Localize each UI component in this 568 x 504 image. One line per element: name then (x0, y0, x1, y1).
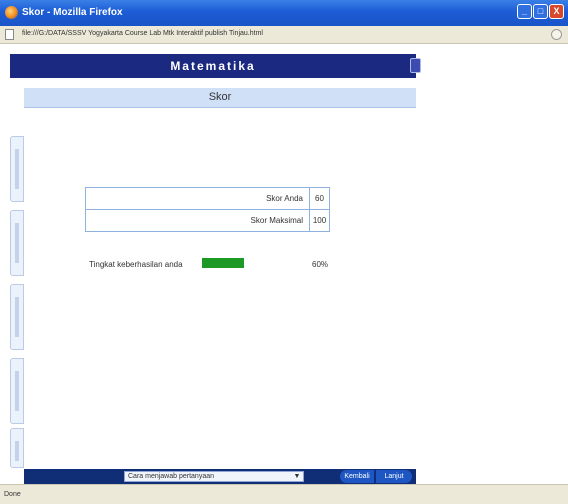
section-header: Skor (24, 88, 416, 108)
status-text: Done (4, 491, 21, 498)
back-button[interactable]: Kembali (340, 470, 374, 483)
side-tab[interactable] (10, 284, 24, 350)
side-tab[interactable] (10, 358, 24, 424)
window-title: Skor - Mozilla Firefox (22, 7, 123, 18)
url-field[interactable]: file:///G:/DATA/SSSV Yogyakarta Course L… (22, 30, 263, 37)
course-title: Matematika (170, 59, 256, 73)
progress-percent: 60% (312, 260, 329, 269)
progress-fill (202, 258, 244, 268)
page-icon (5, 29, 14, 40)
score-label: Skor Maksimal (250, 216, 303, 225)
course-player: Matematika Skor Skor Anda 60 Skor Maksim… (0, 44, 568, 484)
maximize-button[interactable]: □ (533, 4, 548, 19)
address-bar: file:///G:/DATA/SSSV Yogyakarta Course L… (0, 26, 568, 44)
title-bar: Skor - Mozilla Firefox _ □ X (0, 0, 568, 26)
side-tab[interactable] (10, 428, 24, 468)
score-label: Skor Anda (266, 194, 303, 203)
topic-select[interactable]: Cara menjawab pertanyaan (124, 471, 304, 482)
next-button[interactable]: Lanjut (376, 470, 412, 483)
menu-toggle-button[interactable] (410, 58, 421, 73)
side-tabs (10, 88, 24, 468)
status-bar: Done (0, 484, 568, 504)
score-value: 60 (309, 188, 329, 210)
minimize-button[interactable]: _ (517, 4, 532, 19)
progress-bar (202, 258, 272, 268)
table-row: Skor Anda 60 (86, 188, 329, 210)
section-title: Skor (208, 91, 232, 103)
course-header: Matematika (10, 54, 421, 78)
score-value: 100 (309, 210, 329, 232)
next-button-label: Lanjut (384, 473, 404, 480)
browser-window: Skor - Mozilla Firefox _ □ X file:///G:/… (0, 0, 568, 504)
side-tab[interactable] (10, 136, 24, 202)
score-table: Skor Anda 60 Skor Maksimal 100 (85, 187, 330, 232)
chevron-down-icon[interactable]: ▼ (292, 472, 302, 481)
close-button[interactable]: X (549, 4, 564, 19)
go-icon[interactable] (551, 29, 562, 40)
progress-label: Tingkat keberhasilan anda (89, 260, 183, 269)
side-tab[interactable] (10, 210, 24, 276)
firefox-icon (5, 6, 18, 19)
table-row: Skor Maksimal 100 (86, 210, 329, 232)
bottom-navigation-bar: Cara menjawab pertanyaan ▼ Kembali Lanju… (24, 469, 416, 484)
